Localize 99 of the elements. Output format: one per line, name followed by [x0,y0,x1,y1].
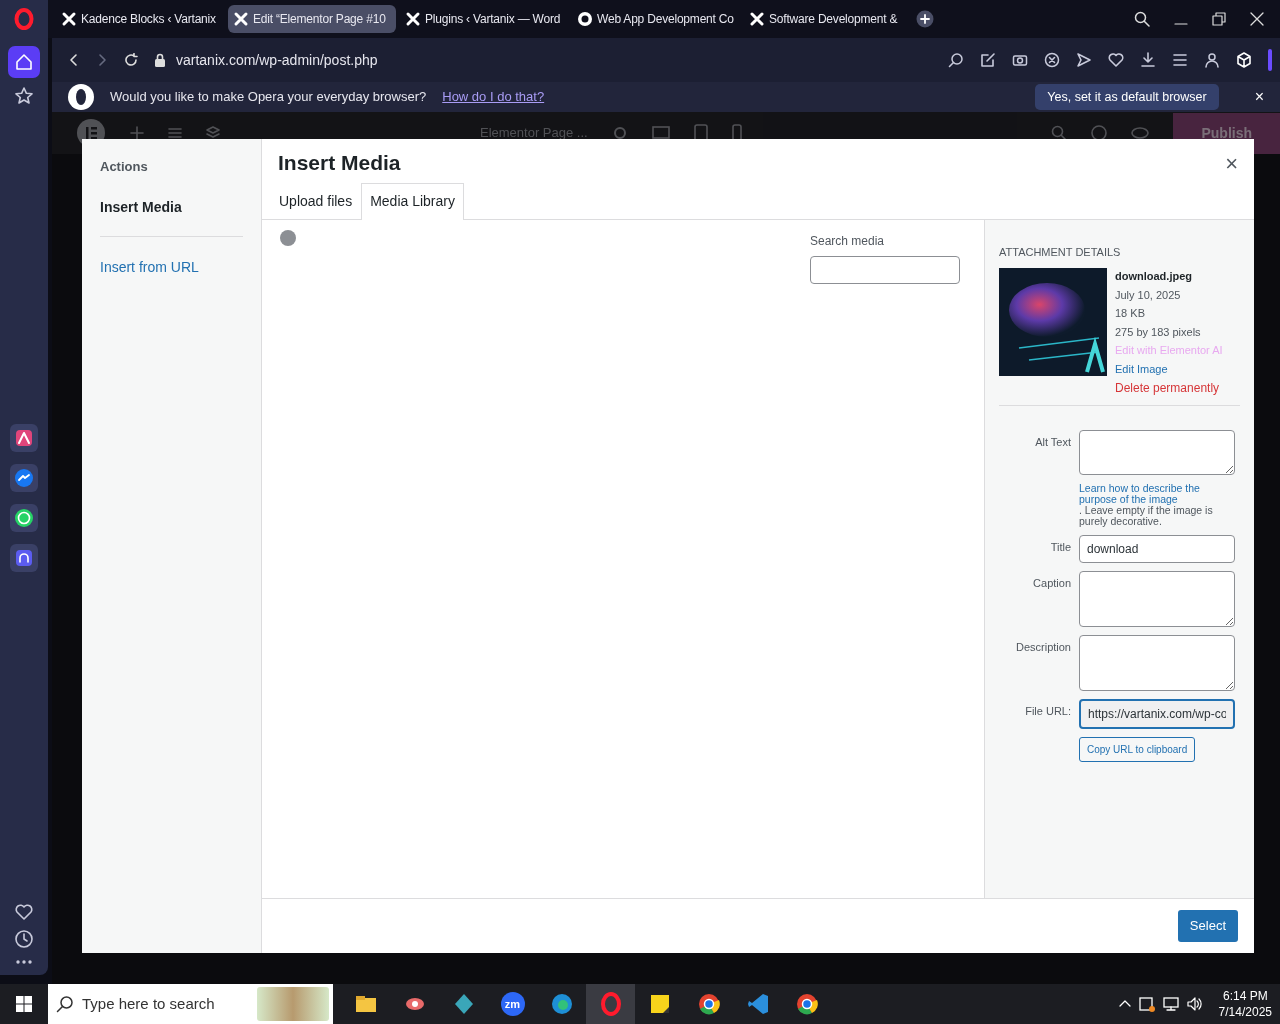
blocked-icon[interactable] [1044,52,1060,68]
search-label: Search media [810,232,886,250]
field-label: Description [1014,640,1071,655]
star-icon[interactable] [14,86,34,106]
close-button[interactable]: × [1225,153,1238,175]
image-dimensions: 275 by 183 pixels [1115,324,1202,340]
search-icon[interactable] [1134,11,1150,27]
clock-date[interactable]: 7/14/2025 [1218,1004,1272,1020]
browser-tab[interactable]: Software Development & [744,5,912,33]
app-icon[interactable] [8,422,40,454]
cross-logo-icon [233,11,249,27]
file-name: download.jpeg [1115,269,1193,284]
back-icon[interactable] [68,53,80,67]
home-button[interactable] [8,46,40,78]
help-link[interactable]: Learn how to describe the purpose of the image [1079,483,1235,505]
search-icon [56,995,74,1013]
upload-date: July 10, 2025 [1115,287,1182,303]
zoom-icon[interactable] [948,52,964,68]
help-text: Learn how to describe the purpose of the image . Leave empty if the image is purely decorative. [1079,483,1235,527]
input-field[interactable]: download [1079,535,1235,563]
text-area[interactable] [1079,430,1235,475]
forward-icon[interactable] [96,53,108,67]
field-label: Title [1049,540,1071,555]
close-icon[interactable] [1250,12,1264,26]
chrome-icon[interactable] [696,992,721,1016]
network-icon[interactable] [1162,996,1179,1012]
help-icon[interactable] [1091,125,1108,141]
circle-logo-icon [577,11,593,27]
field-label: Caption [1032,576,1071,591]
menu-heading: Actions [100,158,149,176]
chrome-icon[interactable] [794,992,819,1016]
cross-logo-icon [405,11,421,27]
headphones-icon[interactable] [8,542,40,574]
browser-tab[interactable]: Plugins ‹ Vartanix — Word [400,5,568,33]
gear-icon[interactable] [611,125,628,141]
search-icon[interactable] [1051,125,1068,141]
help-link[interactable]: How do I do that? [442,87,545,107]
browser-tab[interactable]: Web App Development Co [572,5,740,33]
opera-icon[interactable] [598,992,623,1016]
field-label: Alt Text [1034,435,1071,450]
loading-spinner [280,229,296,246]
home-icon [15,53,33,71]
search-field[interactable] [810,255,960,284]
cross-logo-icon [61,11,77,27]
select-button[interactable]: Select [1177,910,1238,942]
file-size: 18 KB [1115,306,1146,321]
code-editor-icon[interactable] [745,992,770,1016]
delete-link[interactable]: Delete permanently [1115,379,1223,397]
tab[interactable]: Media Library [361,182,464,220]
text-area[interactable] [1079,571,1235,627]
action-link: Edit with Elementor AI [1115,343,1223,358]
sidebar-toggle[interactable] [1268,49,1272,71]
zoom-app-icon[interactable]: zm [500,992,525,1016]
url-text[interactable]: vartanix.com/wp-admin/post.php [176,49,378,71]
restore-icon[interactable] [1212,12,1226,26]
clock-icon[interactable] [14,929,34,949]
heart-icon[interactable] [14,903,34,921]
chat-bubble-icon[interactable] [8,462,40,494]
reload-icon[interactable] [124,53,138,67]
cube-icon[interactable] [1236,52,1252,68]
url-field[interactable]: https://vartanix.com/wp-co [1079,699,1235,729]
speaker-icon[interactable] [1186,996,1203,1012]
browser-tab[interactable]: Kadence Blocks ‹ Vartanix [56,5,224,33]
tray-app-icon[interactable] [1138,996,1155,1012]
close-button[interactable]: × [1254,85,1264,109]
copy-url-button[interactable]: Copy URL to clipboard [1079,737,1196,762]
layers-icon[interactable] [206,126,220,140]
section-heading: ATTACHMENT DETAILS [999,244,1122,260]
menu-item[interactable]: Insert Media [100,190,243,224]
new-tab-icon[interactable] [916,10,934,28]
windows-logo-icon[interactable] [16,996,32,1012]
menu-icon[interactable] [1172,52,1188,68]
send-icon[interactable] [1076,52,1092,68]
action-link[interactable]: Edit Image [1115,360,1223,377]
menu-item[interactable]: Insert from URL [100,250,243,284]
set-default-button[interactable]: Yes, set it as default browser [1035,83,1219,111]
more-icon[interactable] [14,957,34,967]
camera-icon[interactable] [1012,52,1028,68]
download-icon[interactable] [1140,52,1156,68]
search-field[interactable]: Type here to search [48,984,333,1024]
phone-icon[interactable] [731,124,742,142]
edit-icon[interactable] [980,52,996,68]
desktop-icon[interactable] [651,125,670,141]
text-area[interactable] [1079,635,1235,691]
clock-time[interactable]: 6:14 PM [1218,988,1272,1004]
field-label: File URL: [1024,704,1071,719]
banner-message: Would you like to make Opera your everyday browser? [110,88,427,107]
opera-logo-icon[interactable] [14,8,34,30]
sliders-icon[interactable] [168,126,182,140]
tab[interactable]: Upload files [270,182,362,219]
browser-icon[interactable] [549,992,574,1016]
plus-icon[interactable] [130,126,144,140]
search-highlight-picture [257,987,329,1021]
browser-tab[interactable]: Edit “Elementor Page #10 [228,5,396,33]
modal-title: Insert Media [278,150,401,176]
lock-icon [154,53,166,67]
heart-icon[interactable] [1108,52,1124,68]
person-icon[interactable] [1204,52,1220,68]
cross-logo-icon [749,11,765,27]
